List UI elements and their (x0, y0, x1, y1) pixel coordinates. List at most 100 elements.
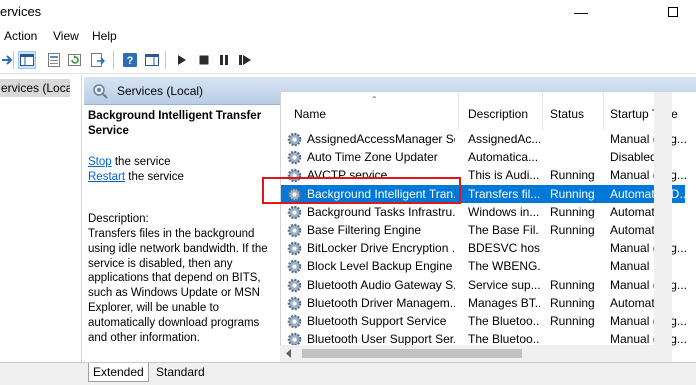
stop-service-button[interactable] (195, 51, 213, 69)
svg-text:?: ? (127, 55, 134, 67)
cell-startup: Automatic (D... (610, 186, 690, 201)
title-bar: ervices — (0, 0, 696, 24)
stop-icon (199, 55, 209, 65)
search-gear-icon (92, 83, 108, 102)
cell-status: Running (550, 204, 595, 219)
table-row[interactable]: Bluetooth Support Service The Bluetoo... R… (281, 312, 687, 330)
services-list: ⌃ Name Description Status Startup Type A… (280, 92, 696, 362)
cell-desc: The Bluetoo... (468, 314, 540, 328)
help-icon: ? (123, 53, 137, 67)
cell-startup: Manual (610, 259, 650, 274)
cell-startup: Automatic (610, 204, 664, 219)
maximize-button[interactable] (650, 0, 696, 24)
table-row[interactable]: Bluetooth Driver Managem... Manages BT...… (281, 294, 685, 312)
restart-link[interactable]: Restart (88, 171, 125, 183)
stop-link[interactable]: Stop (88, 156, 112, 168)
table-row[interactable]: Bluetooth Audio Gateway S... Service sup.… (281, 276, 687, 294)
table-row[interactable]: Auto Time Zone Updater Automatica... Disab… (281, 148, 685, 166)
horizontal-scroll-thumb[interactable] (302, 349, 522, 358)
cell-name: Bluetooth Audio Gateway S... (307, 277, 455, 292)
column-headers: ⌃ Name Description Status Startup Type (281, 92, 696, 130)
vertical-scrollbar[interactable] (654, 92, 672, 362)
menu-bar: Action View Help (0, 26, 696, 46)
service-gear-icon (287, 150, 302, 165)
service-gear-icon (287, 278, 302, 292)
cell-name: Background Tasks Infrastru... (307, 204, 455, 219)
minimize-button[interactable]: — (558, 0, 604, 24)
column-divider[interactable] (542, 92, 543, 130)
start-service-button[interactable] (173, 51, 191, 69)
menu-view[interactable]: View (53, 29, 79, 43)
cell-startup: Manual (Trig... (610, 132, 687, 146)
cell-startup: Manual (Trig... (610, 241, 687, 256)
tab-standard[interactable]: Standard (152, 363, 209, 382)
refresh-icon (68, 54, 81, 66)
description-label: Description: (88, 213, 149, 225)
cell-desc: Windows in... (468, 204, 540, 219)
column-description[interactable]: Description (468, 107, 528, 121)
toolbar-separator (165, 51, 166, 69)
restart-service-button[interactable] (236, 51, 254, 69)
service-gear-icon (287, 296, 302, 311)
cell-status: Running (550, 223, 595, 237)
table-row[interactable]: Base Filtering Engine The Base Fil... Runn… (281, 221, 685, 239)
column-name[interactable]: Name (294, 107, 326, 121)
service-gear-icon (287, 132, 302, 147)
stop-link-suffix: the service (111, 156, 171, 168)
table-row[interactable]: Background Tasks Infrastru... Windows in.… (281, 203, 685, 221)
minimize-icon: — (574, 4, 588, 20)
cell-startup: Manual (Trig... (610, 168, 687, 183)
cell-desc: Manages BT... (468, 295, 540, 310)
table-row[interactable]: AssignedAccessManager Se... AssignedAc...… (281, 130, 687, 148)
pause-service-button[interactable] (215, 51, 233, 69)
description-panel: Background Intelligent Transfer Service … (84, 106, 280, 362)
restart-icon (239, 55, 251, 65)
horizontal-scrollbar[interactable] (280, 345, 654, 362)
properties-icon (48, 53, 60, 67)
column-divider[interactable] (603, 92, 604, 130)
table-row[interactable]: BitLocker Drive Encryption ... BDESVC hos… (281, 239, 687, 257)
console-tree: ervices (Local) (0, 75, 82, 362)
play-icon (178, 55, 186, 65)
show-hide-console-tree-button[interactable] (18, 51, 36, 69)
cell-status: Running (550, 186, 595, 201)
action-pane-icon (145, 54, 159, 66)
cell-status: Running (550, 168, 595, 183)
service-gear-icon (287, 314, 302, 329)
export-list-button[interactable] (89, 51, 107, 69)
description-text: Transfers files in the background using … (88, 228, 268, 344)
pane-title: Services (Local) (117, 84, 204, 98)
maximize-icon (668, 7, 678, 17)
service-gear-icon (287, 205, 302, 220)
restart-action: Restart the service (88, 170, 184, 185)
column-divider[interactable] (458, 92, 459, 130)
restart-link-suffix: the service (125, 171, 184, 183)
menu-action[interactable]: Action (4, 29, 37, 43)
cell-name: BitLocker Drive Encryption ... (307, 241, 455, 256)
scroll-left-icon[interactable] (286, 349, 292, 358)
stop-action: Stop the service (88, 155, 170, 170)
selected-service-name: Background Intelligent Transfer Service (88, 110, 262, 137)
cell-desc: BDESVC hos... (468, 241, 540, 256)
cell-desc: Transfers fil... (468, 186, 540, 201)
refresh-button[interactable] (66, 51, 84, 69)
window-title: ervices (0, 4, 42, 19)
cell-startup: Manual (Trig... (610, 277, 687, 292)
forward-arrow-icon (2, 55, 13, 65)
cell-status: Running (550, 277, 595, 292)
view-tabs: Extended Standard (84, 362, 696, 385)
cell-status: Running (550, 295, 595, 310)
column-status[interactable]: Status (550, 107, 584, 121)
tree-item-services-local[interactable]: ervices (Local) (0, 79, 70, 97)
console-tree-icon (20, 54, 34, 66)
tab-extended[interactable]: Extended (88, 363, 149, 382)
cell-name: Auto Time Zone Updater (307, 150, 438, 165)
export-list-icon (91, 53, 105, 67)
cell-startup: Manual (Trig... (610, 314, 687, 328)
show-action-pane-button[interactable] (143, 51, 161, 69)
menu-help[interactable]: Help (92, 29, 117, 43)
tree-bottom-bar (0, 362, 84, 385)
help-button[interactable]: ? (121, 51, 139, 69)
properties-button[interactable] (45, 51, 63, 69)
table-row[interactable]: Block Level Backup Engine ... The WBENG..… (281, 257, 685, 275)
